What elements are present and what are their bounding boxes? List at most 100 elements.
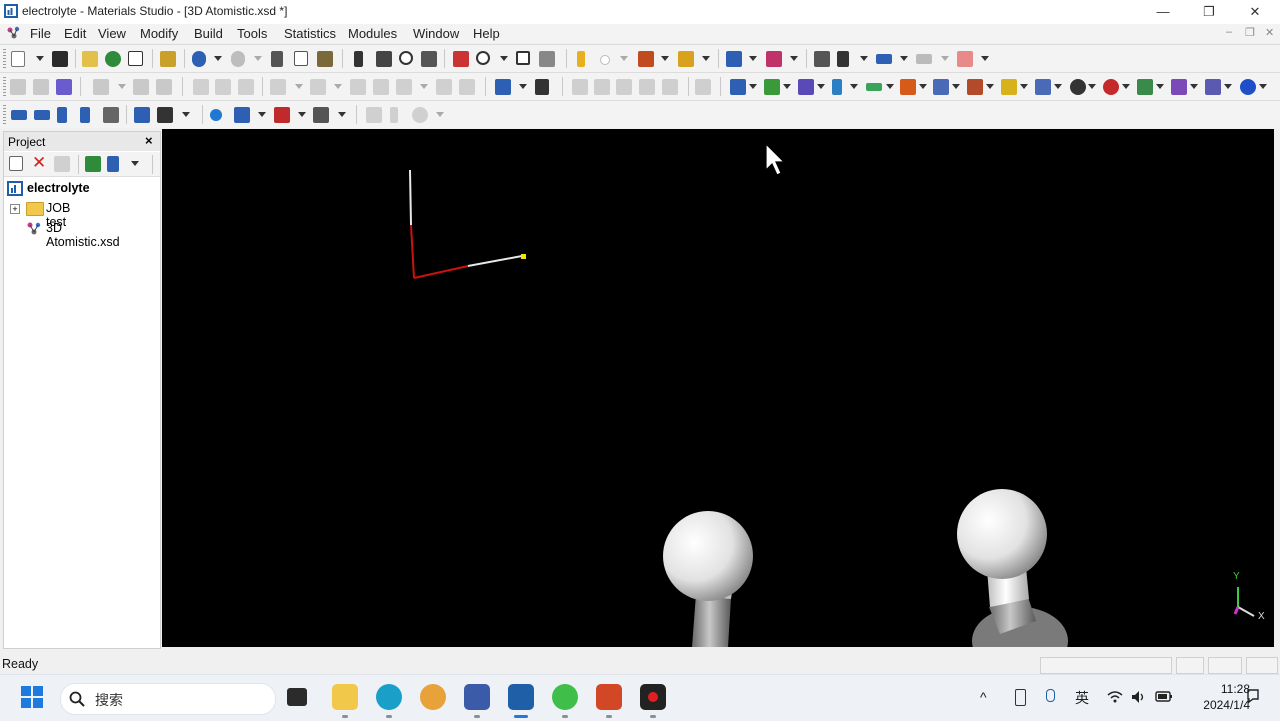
ime-language-indicator[interactable]: 英 (1075, 688, 1089, 708)
3d-atomistic-viewer[interactable]: Y X (162, 129, 1274, 647)
menu-tools[interactable]: Tools (237, 26, 267, 41)
mdi-restore-button[interactable]: ❐ (1245, 26, 1255, 39)
hydrogen-adjust-icon[interactable] (766, 51, 782, 67)
module-polymorph-icon[interactable] (1205, 79, 1221, 95)
clock-time[interactable]: 11:28 (1200, 682, 1250, 696)
module-sorption-icon[interactable] (900, 79, 916, 95)
module-conformers-icon[interactable] (1035, 79, 1051, 95)
study-table-icon[interactable] (495, 79, 511, 95)
study-dropdown-icon[interactable] (519, 84, 527, 89)
rotate-icon[interactable] (376, 51, 392, 67)
menu-statistics[interactable]: Statistics (284, 26, 336, 41)
module-dropdown-icon[interactable] (1122, 84, 1130, 89)
window-vertical-icon[interactable] (57, 107, 67, 123)
translate-icon[interactable] (421, 51, 437, 67)
minimize-button[interactable]: — (1140, 0, 1186, 24)
align-icon[interactable] (916, 54, 932, 64)
module-dropdown-icon[interactable] (1259, 84, 1267, 89)
restore-button[interactable]: ❐ (1186, 0, 1232, 24)
open-project-icon[interactable] (82, 51, 98, 67)
module-dropdown-icon[interactable] (919, 84, 927, 89)
redo-dropdown-icon[interactable] (254, 56, 262, 61)
display-style-icon[interactable] (539, 51, 555, 67)
sketch-ring-icon[interactable] (600, 55, 610, 65)
module-blends-icon[interactable] (933, 79, 949, 95)
mdi-close-button[interactable]: ✕ (1265, 26, 1274, 39)
new-dropdown-icon[interactable] (36, 56, 44, 61)
module-dropdown-icon[interactable] (1224, 84, 1232, 89)
measure-dropdown-icon[interactable] (298, 112, 306, 117)
battery-icon[interactable] (1155, 689, 1173, 703)
window-options-icon[interactable] (157, 107, 173, 123)
sort-icon[interactable] (107, 156, 119, 172)
sketch-fragment-icon[interactable] (638, 51, 654, 67)
bond-select-icon[interactable] (234, 107, 250, 123)
hydrogen-atom[interactable] (957, 489, 1047, 579)
module-dropdown-icon[interactable] (1156, 84, 1164, 89)
cut-icon[interactable] (271, 51, 283, 67)
atom-select-icon[interactable] (210, 109, 222, 121)
menu-edit[interactable]: Edit (64, 26, 86, 41)
taskbar-search-box[interactable]: 搜索 (60, 683, 276, 715)
angle-dropdown-icon[interactable] (338, 112, 346, 117)
bond-select-dropdown-icon[interactable] (258, 112, 266, 117)
wechat-icon[interactable] (552, 684, 578, 710)
select-arrow-icon[interactable] (354, 51, 363, 67)
module-dropdown-icon[interactable] (952, 84, 960, 89)
task-view-icon[interactable] (287, 688, 307, 706)
menu-modify[interactable]: Modify (140, 26, 178, 41)
module-morphology-icon[interactable] (1001, 79, 1017, 95)
paste-icon[interactable] (317, 51, 333, 67)
toolbar-grip[interactable] (3, 77, 6, 96)
toolbar-grip[interactable] (3, 49, 6, 68)
mdi-minimize-button[interactable]: – (1226, 26, 1232, 38)
module-dropdown-icon[interactable] (850, 84, 858, 89)
close-button[interactable]: ✕ (1232, 0, 1278, 24)
hydrogen-dropdown-icon[interactable] (790, 56, 798, 61)
module-forcite-icon[interactable] (764, 79, 780, 95)
menu-file[interactable]: File (30, 26, 51, 41)
symmetry-dropdown-icon[interactable] (981, 56, 989, 61)
screen-recorder-icon[interactable] (640, 684, 666, 710)
viewer-canvas[interactable] (162, 129, 1274, 647)
file-explorer-icon[interactable] (332, 684, 358, 710)
module-dropdown-icon[interactable] (817, 84, 825, 89)
print-icon[interactable] (128, 51, 143, 66)
ring-dropdown-icon[interactable] (620, 56, 628, 61)
expand-toggle-icon[interactable]: + (10, 204, 20, 214)
measure-distance-icon[interactable] (274, 107, 290, 123)
layer-dropdown-icon[interactable] (900, 56, 908, 61)
module-amorphous-icon[interactable] (730, 79, 746, 95)
module-dftb-icon[interactable] (1171, 79, 1187, 95)
chevron-up-icon[interactable]: ^ (980, 689, 987, 705)
undo-icon[interactable] (192, 51, 206, 67)
save-icon[interactable] (52, 51, 68, 67)
module-dropdown-icon[interactable] (749, 84, 757, 89)
window-tile-icon[interactable] (11, 110, 27, 120)
clock-date[interactable]: 2024/1/4 (1186, 698, 1250, 712)
symmetry-icon[interactable] (957, 51, 973, 67)
function-fx-icon[interactable] (535, 79, 549, 95)
bond-dropdown-icon[interactable] (749, 56, 757, 61)
menu-help[interactable]: Help (473, 26, 500, 41)
delete-icon[interactable]: ✕ (32, 154, 48, 171)
windows-start-icon[interactable] (21, 686, 43, 708)
layer-icon[interactable] (876, 54, 892, 64)
hydrogen-atom[interactable] (663, 511, 753, 601)
toolbar-grip[interactable] (3, 105, 6, 124)
window-new-icon[interactable] (134, 107, 150, 123)
view-dropdown-icon[interactable] (500, 56, 508, 61)
module-dropdown-icon[interactable] (1054, 84, 1062, 89)
new-document-icon[interactable] (11, 51, 25, 67)
module-dropdown-icon[interactable] (1020, 84, 1028, 89)
window-cascade-icon[interactable] (34, 110, 50, 120)
fragment-dropdown-icon[interactable] (661, 56, 669, 61)
bond-tool-icon[interactable] (726, 51, 742, 67)
new-folder-icon[interactable] (9, 156, 23, 171)
molecule-fragment-left[interactable] (663, 511, 753, 647)
materials-studio-app-icon[interactable] (4, 4, 18, 18)
module-gulp-icon[interactable] (1070, 79, 1086, 95)
refresh-icon[interactable] (85, 156, 101, 172)
clean-structure-icon[interactable] (814, 51, 830, 67)
sort-dropdown-icon[interactable] (131, 161, 139, 166)
